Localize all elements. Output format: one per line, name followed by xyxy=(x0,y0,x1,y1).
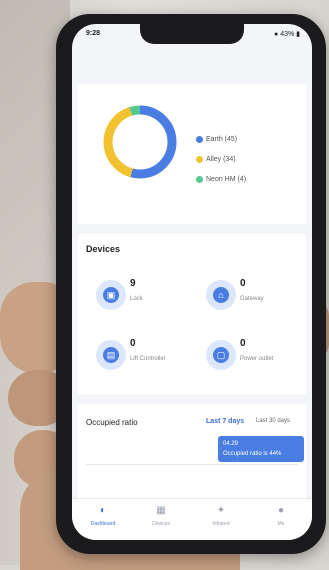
chart-tooltip: 04.29 Occupied ratio is 44% xyxy=(218,436,304,462)
tab-label: Me xyxy=(277,521,285,527)
lock-icon: ▣ xyxy=(96,280,126,310)
legend-item[interactable]: Neon HM (4) xyxy=(196,174,302,194)
lift-controller-icon: ▤ xyxy=(96,340,126,370)
device-label: Lock xyxy=(130,296,143,302)
tab-me[interactable]: ● Me xyxy=(256,505,306,535)
device-lock[interactable]: ▣ 9 Lock xyxy=(96,276,202,320)
gateway-icon: ⌂ xyxy=(206,280,236,310)
chart-baseline xyxy=(86,464,298,465)
legend-label: Earth (45) xyxy=(206,136,238,143)
device-power-outlet[interactable]: ▢ 0 Power outlet xyxy=(206,336,312,380)
notch xyxy=(140,24,244,44)
tooltip-value: Occupied ratio is 44% xyxy=(223,451,282,457)
legend-dot-icon xyxy=(196,176,203,183)
device-label: Lift Controller xyxy=(130,356,166,362)
status-indicators: ● 43% ▮ xyxy=(274,31,300,38)
tab-label: Dashboard xyxy=(90,521,116,527)
device-count: 0 xyxy=(130,338,136,349)
legend-label: Neon HM (4) xyxy=(206,176,247,183)
status-time: 9:28 xyxy=(86,30,101,37)
infrared-icon: ✦ xyxy=(216,505,226,516)
legend-item[interactable]: Alley (34) xyxy=(196,154,302,174)
dashboard-icon: ◐ xyxy=(99,505,107,516)
legend-dot-icon xyxy=(196,156,203,163)
tab-dashboard[interactable]: ◐ Dashboard xyxy=(78,505,128,535)
devices-title: Devices xyxy=(86,244,121,254)
tab-devices[interactable]: ▦ Devices xyxy=(136,505,186,535)
chart-legend: Earth (45) Alley (34) Neon HM (4) xyxy=(196,134,302,194)
power-outlet-icon: ▢ xyxy=(206,340,236,370)
tab-label: Devices xyxy=(152,521,170,527)
tooltip-date: 04.29 xyxy=(223,441,239,447)
tab-last-30-days[interactable]: Last 30 days xyxy=(256,418,290,424)
device-lift-controller[interactable]: ▤ 0 Lift Controller xyxy=(96,336,202,380)
device-label: Power outlet xyxy=(240,356,274,362)
occupied-ratio-title: Occupied ratio xyxy=(86,418,138,427)
device-count: 0 xyxy=(240,338,246,349)
donut-chart-card: Earth (45) Alley (34) Neon HM (4) xyxy=(78,84,306,224)
devices-card: Devices ▣ 9 Lock ⌂ 0 Gateway ▤ 0 Lift Co… xyxy=(78,234,306,394)
legend-dot-icon xyxy=(196,136,203,143)
tab-label: Infrared xyxy=(212,521,230,527)
device-label: Gateway xyxy=(240,296,264,302)
tab-infrared[interactable]: ✦ Infrared xyxy=(196,505,246,535)
phone-screen: 9:28 ● 43% ▮ Earth (45) Alley (34) Neon … xyxy=(72,24,312,540)
legend-item[interactable]: Earth (45) xyxy=(196,134,302,154)
devices-icon: ▦ xyxy=(156,505,166,516)
device-gateway[interactable]: ⌂ 0 Gateway xyxy=(206,276,312,320)
bottom-tab-bar: ◐ Dashboard ▦ Devices ✦ Infrared ● Me xyxy=(72,498,312,540)
device-count: 0 xyxy=(240,278,246,289)
tab-last-7-days[interactable]: Last 7 days xyxy=(206,418,244,425)
device-count: 9 xyxy=(130,278,136,289)
donut-chart[interactable] xyxy=(100,102,180,182)
legend-label: Alley (34) xyxy=(206,156,236,163)
user-icon: ● xyxy=(277,505,285,516)
